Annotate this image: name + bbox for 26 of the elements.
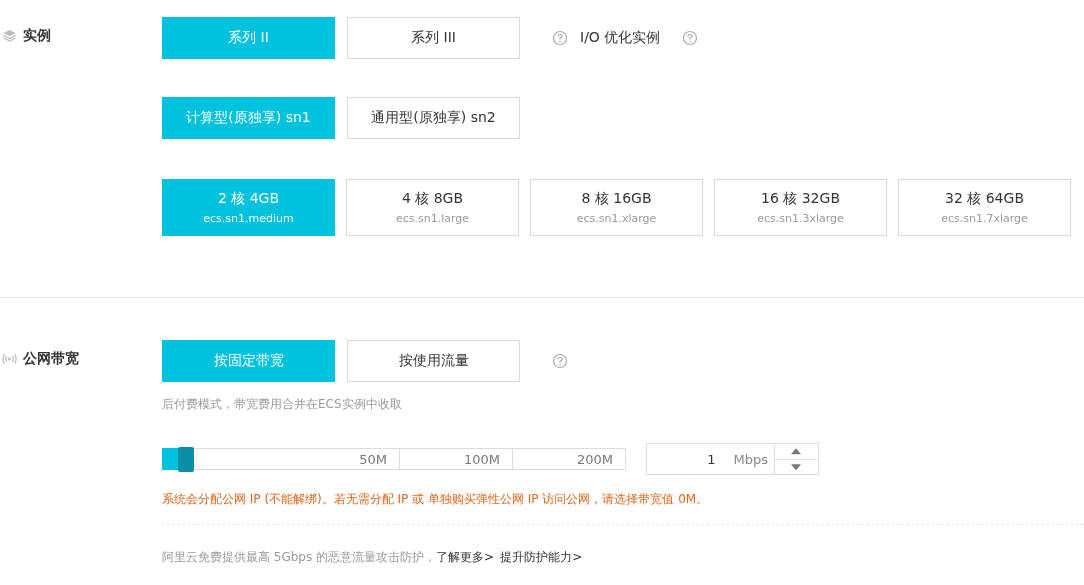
- help-icon[interactable]: [552, 30, 568, 46]
- spec-option[interactable]: 8 核 16GB ecs.sn1.xlarge: [530, 179, 703, 236]
- slider-mark: 200M: [576, 451, 613, 467]
- io-optimized-label: I/O 优化实例: [580, 29, 661, 47]
- section-label: 公网带宽: [23, 350, 79, 368]
- section-label: 实例: [23, 27, 51, 45]
- help-icon[interactable]: [552, 353, 568, 369]
- signal-icon: [2, 352, 17, 366]
- family-option[interactable]: 通用型(原独享) sn2: [347, 97, 520, 139]
- billing-note: 后付费模式，带宽费用合并在ECS实例中收取: [162, 396, 403, 413]
- ip-warning: 系统会分配公网 IP (不能解绑)。若无需分配 IP 或 单独购买弹性公网 IP 访问公网，请选择带宽值 0M。: [162, 491, 710, 508]
- slider-handle[interactable]: [178, 447, 195, 472]
- bandwidth-slider[interactable]: 50M 100M 200M: [162, 448, 626, 470]
- protection-link[interactable]: 了解更多>: [436, 550, 495, 564]
- protection-link[interactable]: 提升防护能力>: [500, 550, 583, 564]
- protection-note: 阿里云免费提供最高 5Gbps 的恶意流量攻击防护，了解更多> 提升防护能力>: [162, 549, 584, 566]
- spec-option[interactable]: 4 核 8GB ecs.sn1.large: [346, 179, 519, 236]
- spec-option[interactable]: 16 核 32GB ecs.sn1.3xlarge: [714, 179, 887, 236]
- slider-mark: 50M: [359, 451, 387, 467]
- layers-icon: [2, 29, 17, 43]
- spec-option[interactable]: 32 核 64GB ecs.sn1.7xlarge: [898, 179, 1071, 236]
- billing-option[interactable]: 按使用流量: [347, 340, 520, 382]
- series-option[interactable]: 系列 III: [347, 17, 520, 59]
- bandwidth-input[interactable]: 1 Mbps: [646, 443, 819, 475]
- slider-mark: 100M: [463, 451, 500, 467]
- help-icon[interactable]: [682, 30, 699, 46]
